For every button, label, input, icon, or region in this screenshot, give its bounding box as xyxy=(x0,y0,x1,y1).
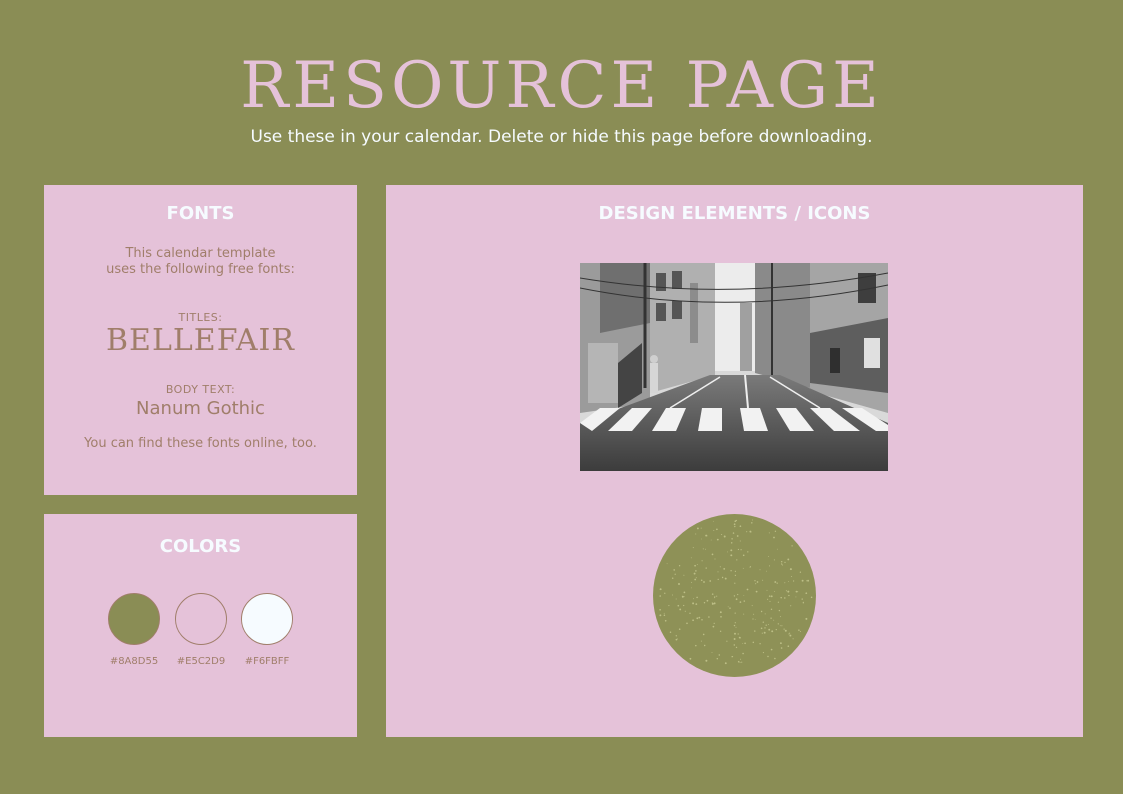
colors-panel: COLORS #8A8D55 #E5C2D9 #F6FBFF xyxy=(44,514,357,737)
colors-heading: COLORS xyxy=(159,536,242,557)
color-swatch-olive xyxy=(108,593,160,645)
color-swatches: #8A8D55 #E5C2D9 #F6FBFF xyxy=(108,593,294,683)
body-text-label: BODY TEXT: xyxy=(165,383,236,396)
fonts-heading: FONTS xyxy=(166,203,235,224)
design-elements-heading: DESIGN ELEMENTS / ICONS xyxy=(598,203,871,224)
fonts-footer-note: You can find these fonts online, too. xyxy=(84,436,317,451)
page-title: RESOURCE PAGE xyxy=(240,49,883,123)
fonts-panel: FONTS This calendar template uses the fo… xyxy=(44,185,357,495)
fonts-intro-line-1: This calendar template xyxy=(125,246,276,261)
color-code-white: #F6FBFF xyxy=(244,656,290,667)
street-crosswalk-photo xyxy=(580,263,888,471)
color-swatch-white xyxy=(241,593,293,645)
fonts-intro-line-2: uses the following free fonts: xyxy=(106,262,295,277)
speckled-olive-circle xyxy=(653,514,816,677)
fonts-intro: This calendar template uses the followin… xyxy=(44,246,357,278)
color-swatch-pink xyxy=(175,593,227,645)
titles-font-name: BELLEFAIR xyxy=(106,323,295,358)
body-font-name: Nanum Gothic xyxy=(136,398,265,419)
design-elements-panel: DESIGN ELEMENTS / ICONS xyxy=(386,185,1083,737)
page-subtitle: Use these in your calendar. Delete or hi… xyxy=(250,127,873,147)
